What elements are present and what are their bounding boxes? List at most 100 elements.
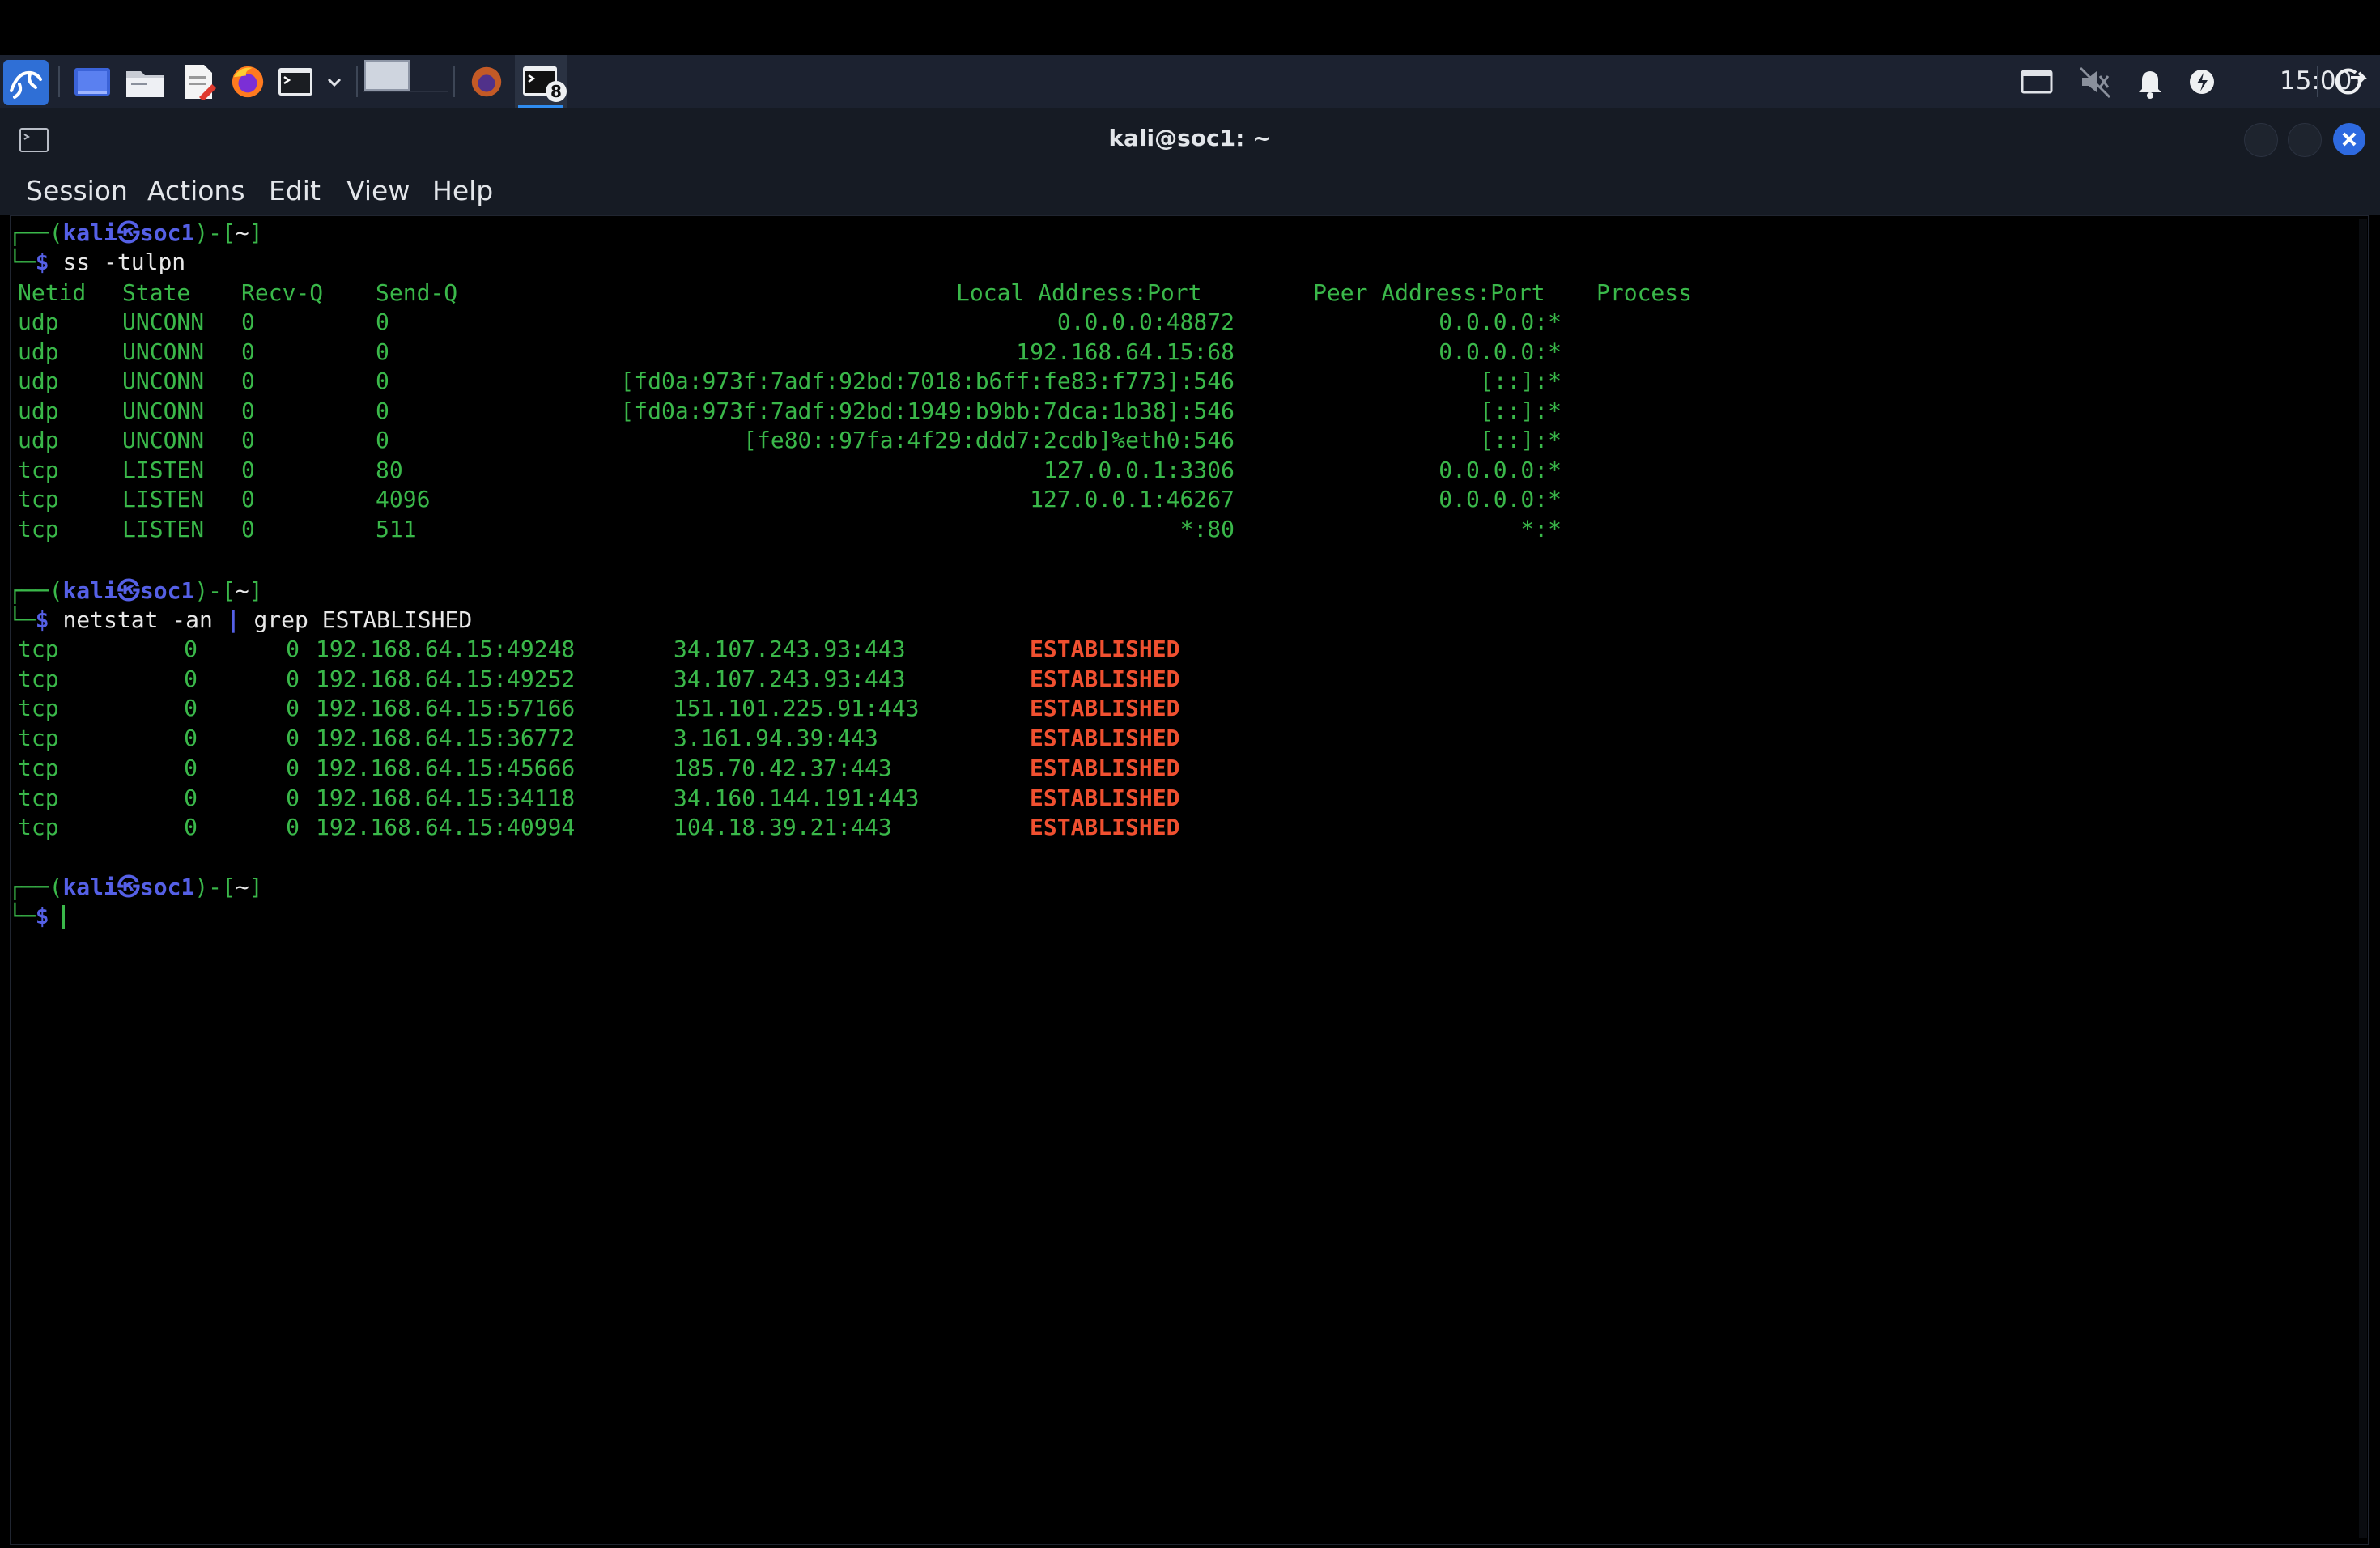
netstat-cell: 0 bbox=[184, 784, 198, 811]
ss-cell: 0 bbox=[241, 308, 255, 335]
netstat-cell: 192.168.64.15:49248 bbox=[316, 636, 576, 662]
text-cursor bbox=[62, 905, 66, 929]
ss-cell: 511 bbox=[376, 515, 417, 542]
netstat-cell: tcp bbox=[18, 784, 59, 811]
close-button[interactable] bbox=[2333, 123, 2365, 155]
netstat-cell: 34.160.144.191:443 bbox=[674, 784, 920, 811]
connection-state: ESTABLISHED bbox=[1030, 665, 1180, 692]
top-panel: 8 15:00 bbox=[0, 55, 2380, 108]
netstat-cell: 104.18.39.21:443 bbox=[674, 814, 892, 841]
show-desktop-icon[interactable] bbox=[73, 63, 112, 100]
maximize-button[interactable] bbox=[2288, 123, 2322, 157]
ss-cell: 0 bbox=[241, 368, 255, 394]
netstat-cell: tcp bbox=[18, 636, 59, 662]
connection-state: ESTABLISHED bbox=[1030, 725, 1180, 752]
ss-cell: 0.0.0.0:* bbox=[1439, 308, 1562, 335]
ss-cell: UNCONN bbox=[122, 368, 205, 394]
ss-header-netid: Netid bbox=[18, 279, 87, 306]
chevron-down-icon[interactable] bbox=[325, 63, 343, 100]
kali-menu-icon[interactable] bbox=[3, 60, 49, 105]
netstat-cell: 151.101.225.91:443 bbox=[674, 695, 920, 722]
netstat-cell: 0 bbox=[184, 814, 198, 841]
screen-icon[interactable] bbox=[2019, 63, 2055, 100]
ss-cell: udp bbox=[18, 368, 59, 394]
terminal-scrollbar[interactable] bbox=[2359, 219, 2367, 1538]
ss-cell: 0 bbox=[376, 368, 389, 394]
ss-cell: 127.0.0.1:3306 bbox=[1043, 456, 1235, 483]
ss-cell: 0 bbox=[376, 427, 389, 453]
ss-cell: *:80 bbox=[1179, 515, 1235, 542]
ss-cell: 0.0.0.0:48872 bbox=[1056, 308, 1235, 335]
panel-separator bbox=[356, 66, 358, 97]
ss-cell: 0 bbox=[376, 308, 389, 335]
ss-cell: 0.0.0.0:* bbox=[1439, 456, 1562, 483]
netstat-cell: 0 bbox=[184, 665, 198, 692]
netstat-cell: 192.168.64.15:34118 bbox=[316, 784, 576, 811]
ss-cell: 0 bbox=[241, 486, 255, 512]
power-manager-icon[interactable] bbox=[2186, 63, 2218, 100]
netstat-cell: tcp bbox=[18, 695, 59, 722]
netstat-cell: 192.168.64.15:40994 bbox=[316, 814, 576, 841]
netstat-cell: 0 bbox=[184, 636, 198, 662]
ss-cell: LISTEN bbox=[122, 456, 205, 483]
ss-cell: 0 bbox=[241, 397, 255, 424]
netstat-cell: 0 bbox=[184, 754, 198, 781]
connection-state: ESTABLISHED bbox=[1030, 636, 1180, 662]
netstat-cell: tcp bbox=[18, 665, 59, 692]
mute-icon[interactable] bbox=[2077, 63, 2113, 100]
close-icon bbox=[2342, 132, 2357, 147]
ss-header-sendq: Send-Q bbox=[376, 279, 458, 306]
command-line[interactable]: └─$ bbox=[8, 902, 66, 931]
text-editor-icon[interactable] bbox=[180, 63, 217, 100]
terminal-icon[interactable] bbox=[277, 63, 314, 100]
ss-header-process: Process bbox=[1596, 279, 1693, 306]
command-line: └─$ ss -tulpn bbox=[8, 249, 186, 275]
netstat-cell: tcp bbox=[18, 725, 59, 752]
netstat-cell: 34.107.243.93:443 bbox=[674, 636, 906, 662]
netstat-cell: 192.168.64.15:36772 bbox=[316, 725, 576, 752]
menu-edit[interactable]: Edit bbox=[269, 175, 321, 206]
ss-cell: 0 bbox=[241, 338, 255, 365]
ss-header-peer: Peer Address:Port bbox=[1313, 279, 1545, 306]
netstat-cell: 0 bbox=[184, 695, 198, 722]
prompt-line: ┌──(kali㉿soc1)-[~] bbox=[8, 874, 263, 900]
bell-icon[interactable] bbox=[2134, 63, 2166, 100]
netstat-cell: 3.161.94.39:443 bbox=[674, 725, 878, 752]
terminal-task-button[interactable]: 8 bbox=[515, 55, 567, 108]
ss-cell: [fe80::97fa:4f29:ddd7:2cdb]%eth0:546 bbox=[743, 427, 1235, 453]
firefox-icon[interactable] bbox=[228, 63, 267, 100]
netstat-cell: 0 bbox=[286, 665, 300, 692]
menu-help[interactable]: Help bbox=[432, 175, 493, 206]
terminal-count-badge: 8 bbox=[546, 81, 567, 102]
ss-cell: 0 bbox=[241, 515, 255, 542]
menu-session[interactable]: Session bbox=[26, 175, 128, 206]
minimize-button[interactable] bbox=[2244, 123, 2278, 157]
logout-icon[interactable] bbox=[2331, 63, 2369, 100]
ss-cell: 0.0.0.0:* bbox=[1439, 486, 1562, 512]
ss-cell: 4096 bbox=[376, 486, 431, 512]
command-line: └─$ netstat -an | grep ESTABLISHED bbox=[8, 606, 473, 633]
ss-cell: tcp bbox=[18, 515, 59, 542]
files-icon[interactable] bbox=[125, 63, 165, 100]
netstat-cell: 192.168.64.15:57166 bbox=[316, 695, 576, 722]
netstat-cell: 0 bbox=[286, 784, 300, 811]
netstat-cell: 0 bbox=[184, 725, 198, 752]
workspace-icon[interactable] bbox=[363, 58, 448, 105]
connection-state: ESTABLISHED bbox=[1030, 814, 1180, 841]
netstat-cell: 0 bbox=[286, 814, 300, 841]
firefox-task-icon[interactable] bbox=[466, 63, 507, 100]
menu-view[interactable]: View bbox=[346, 175, 410, 206]
ss-header-recvq: Recv-Q bbox=[241, 279, 324, 306]
ss-cell: UNCONN bbox=[122, 308, 205, 335]
ss-cell: udp bbox=[18, 397, 59, 424]
window-titlebar[interactable]: kali@soc1: ~ bbox=[0, 108, 2380, 170]
ss-cell: [fd0a:973f:7adf:92bd:7018:b6ff:fe83:f773… bbox=[620, 368, 1235, 394]
netstat-cell: 192.168.64.15:45666 bbox=[316, 754, 576, 781]
panel-separator bbox=[2317, 66, 2318, 97]
netstat-cell: tcp bbox=[18, 814, 59, 841]
menu-bar: Session Actions Edit View Help bbox=[0, 170, 2380, 215]
ss-cell: tcp bbox=[18, 456, 59, 483]
menu-actions[interactable]: Actions bbox=[147, 175, 245, 206]
ss-cell: 0 bbox=[376, 397, 389, 424]
prompt-line: ┌──(kali㉿soc1)-[~] bbox=[8, 219, 263, 246]
